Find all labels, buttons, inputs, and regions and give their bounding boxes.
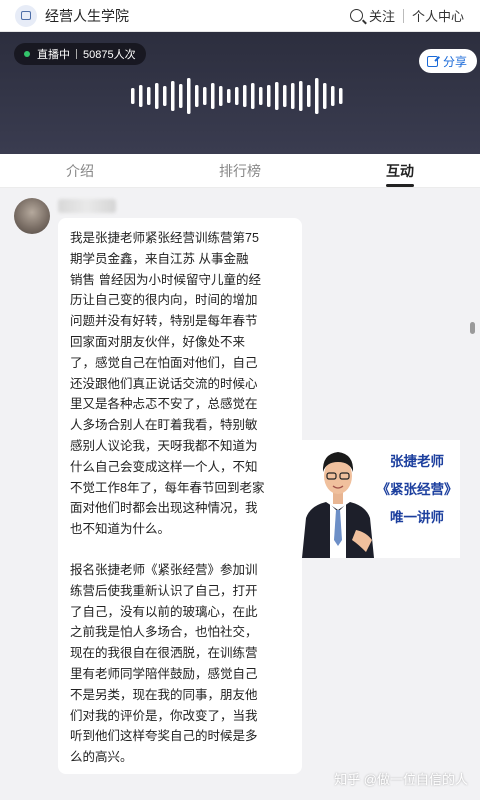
live-status-badge: 直播中 50875人次 — [14, 43, 146, 65]
follow-button[interactable]: 关注 — [369, 6, 395, 25]
tab-bar: 介绍 排行榜 互动 — [0, 154, 480, 188]
wave-bar — [203, 87, 207, 105]
wave-bar — [147, 87, 151, 105]
live-banner: 直播中 50875人次 分享 — [0, 32, 480, 154]
wave-bar — [219, 86, 223, 106]
ad-line-course: 《紧张经营》 — [376, 482, 458, 498]
search-icon[interactable] — [349, 9, 363, 22]
share-label: 分享 — [442, 54, 467, 69]
top-actions: 关注 个人中心 — [349, 6, 464, 25]
scrollbar[interactable] — [470, 322, 475, 334]
teacher-photo — [300, 440, 376, 558]
wave-bar — [275, 82, 279, 110]
wave-bar — [195, 85, 199, 107]
divider — [402, 8, 404, 23]
teacher-ad[interactable]: 张捷老师 《紧张经营》 唯一讲师 — [300, 440, 460, 558]
message-paragraph: 报名张捷老师《紧张经营》参加训 练营后使我重新认识了自己，打开 了自己，没有以前… — [70, 562, 258, 765]
wave-bar — [171, 81, 175, 111]
wave-bar — [243, 85, 247, 107]
share-button[interactable]: 分享 — [418, 49, 477, 73]
site-logo-icon[interactable] — [15, 4, 37, 27]
wave-bar — [283, 85, 287, 107]
site-title[interactable]: 经营人生学院 — [45, 6, 129, 26]
wave-bar — [331, 86, 335, 106]
wave-bar — [163, 86, 167, 106]
ad-line-role: 唯一讲师 — [390, 510, 444, 526]
tab-intro[interactable]: 介绍 — [0, 154, 160, 187]
ad-text: 张捷老师 《紧张经营》 唯一讲师 — [374, 448, 460, 532]
wave-bar — [155, 83, 159, 109]
wave-bar — [251, 83, 255, 109]
tab-interaction[interactable]: 互动 — [320, 154, 480, 187]
ad-line-name: 张捷老师 — [390, 454, 444, 470]
watermark: 知乎 @做一位自信的人 — [334, 772, 468, 787]
avatar[interactable] — [14, 198, 50, 234]
wave-bar — [227, 89, 231, 103]
wave-bar — [291, 83, 295, 109]
profile-button[interactable]: 个人中心 — [412, 6, 464, 25]
wave-bar — [187, 78, 191, 114]
live-dot-icon — [24, 51, 30, 57]
viewer-count: 50875人次 — [83, 49, 136, 61]
wave-bar — [179, 84, 183, 108]
wave-bar — [235, 87, 239, 105]
wave-bar — [315, 78, 319, 114]
username-blurred — [58, 199, 116, 213]
live-status-label: 直播中 — [37, 49, 70, 61]
wave-bar — [211, 83, 215, 109]
wave-bar — [131, 88, 135, 104]
share-icon — [426, 55, 438, 67]
wave-bar — [139, 85, 143, 107]
wave-bar — [299, 81, 303, 111]
wave-bar — [339, 88, 343, 104]
wave-bar — [323, 83, 327, 109]
wave-bar — [307, 85, 311, 107]
top-bar: 经营人生学院 关注 个人中心 — [0, 0, 480, 32]
tab-leaderboard[interactable]: 排行榜 — [160, 154, 320, 187]
message-bubble: 我是张捷老师紧张经营训练营第75 期学员金鑫，来自江苏 从事金融 销售 曾经因为… — [58, 218, 302, 774]
wave-bar — [267, 85, 271, 107]
wave-bar — [259, 87, 263, 105]
audio-wave-icon — [131, 78, 343, 114]
message-paragraph: 我是张捷老师紧张经营训练营第75 期学员金鑫，来自江苏 从事金融 销售 曾经因为… — [70, 231, 265, 537]
divider — [76, 49, 77, 59]
